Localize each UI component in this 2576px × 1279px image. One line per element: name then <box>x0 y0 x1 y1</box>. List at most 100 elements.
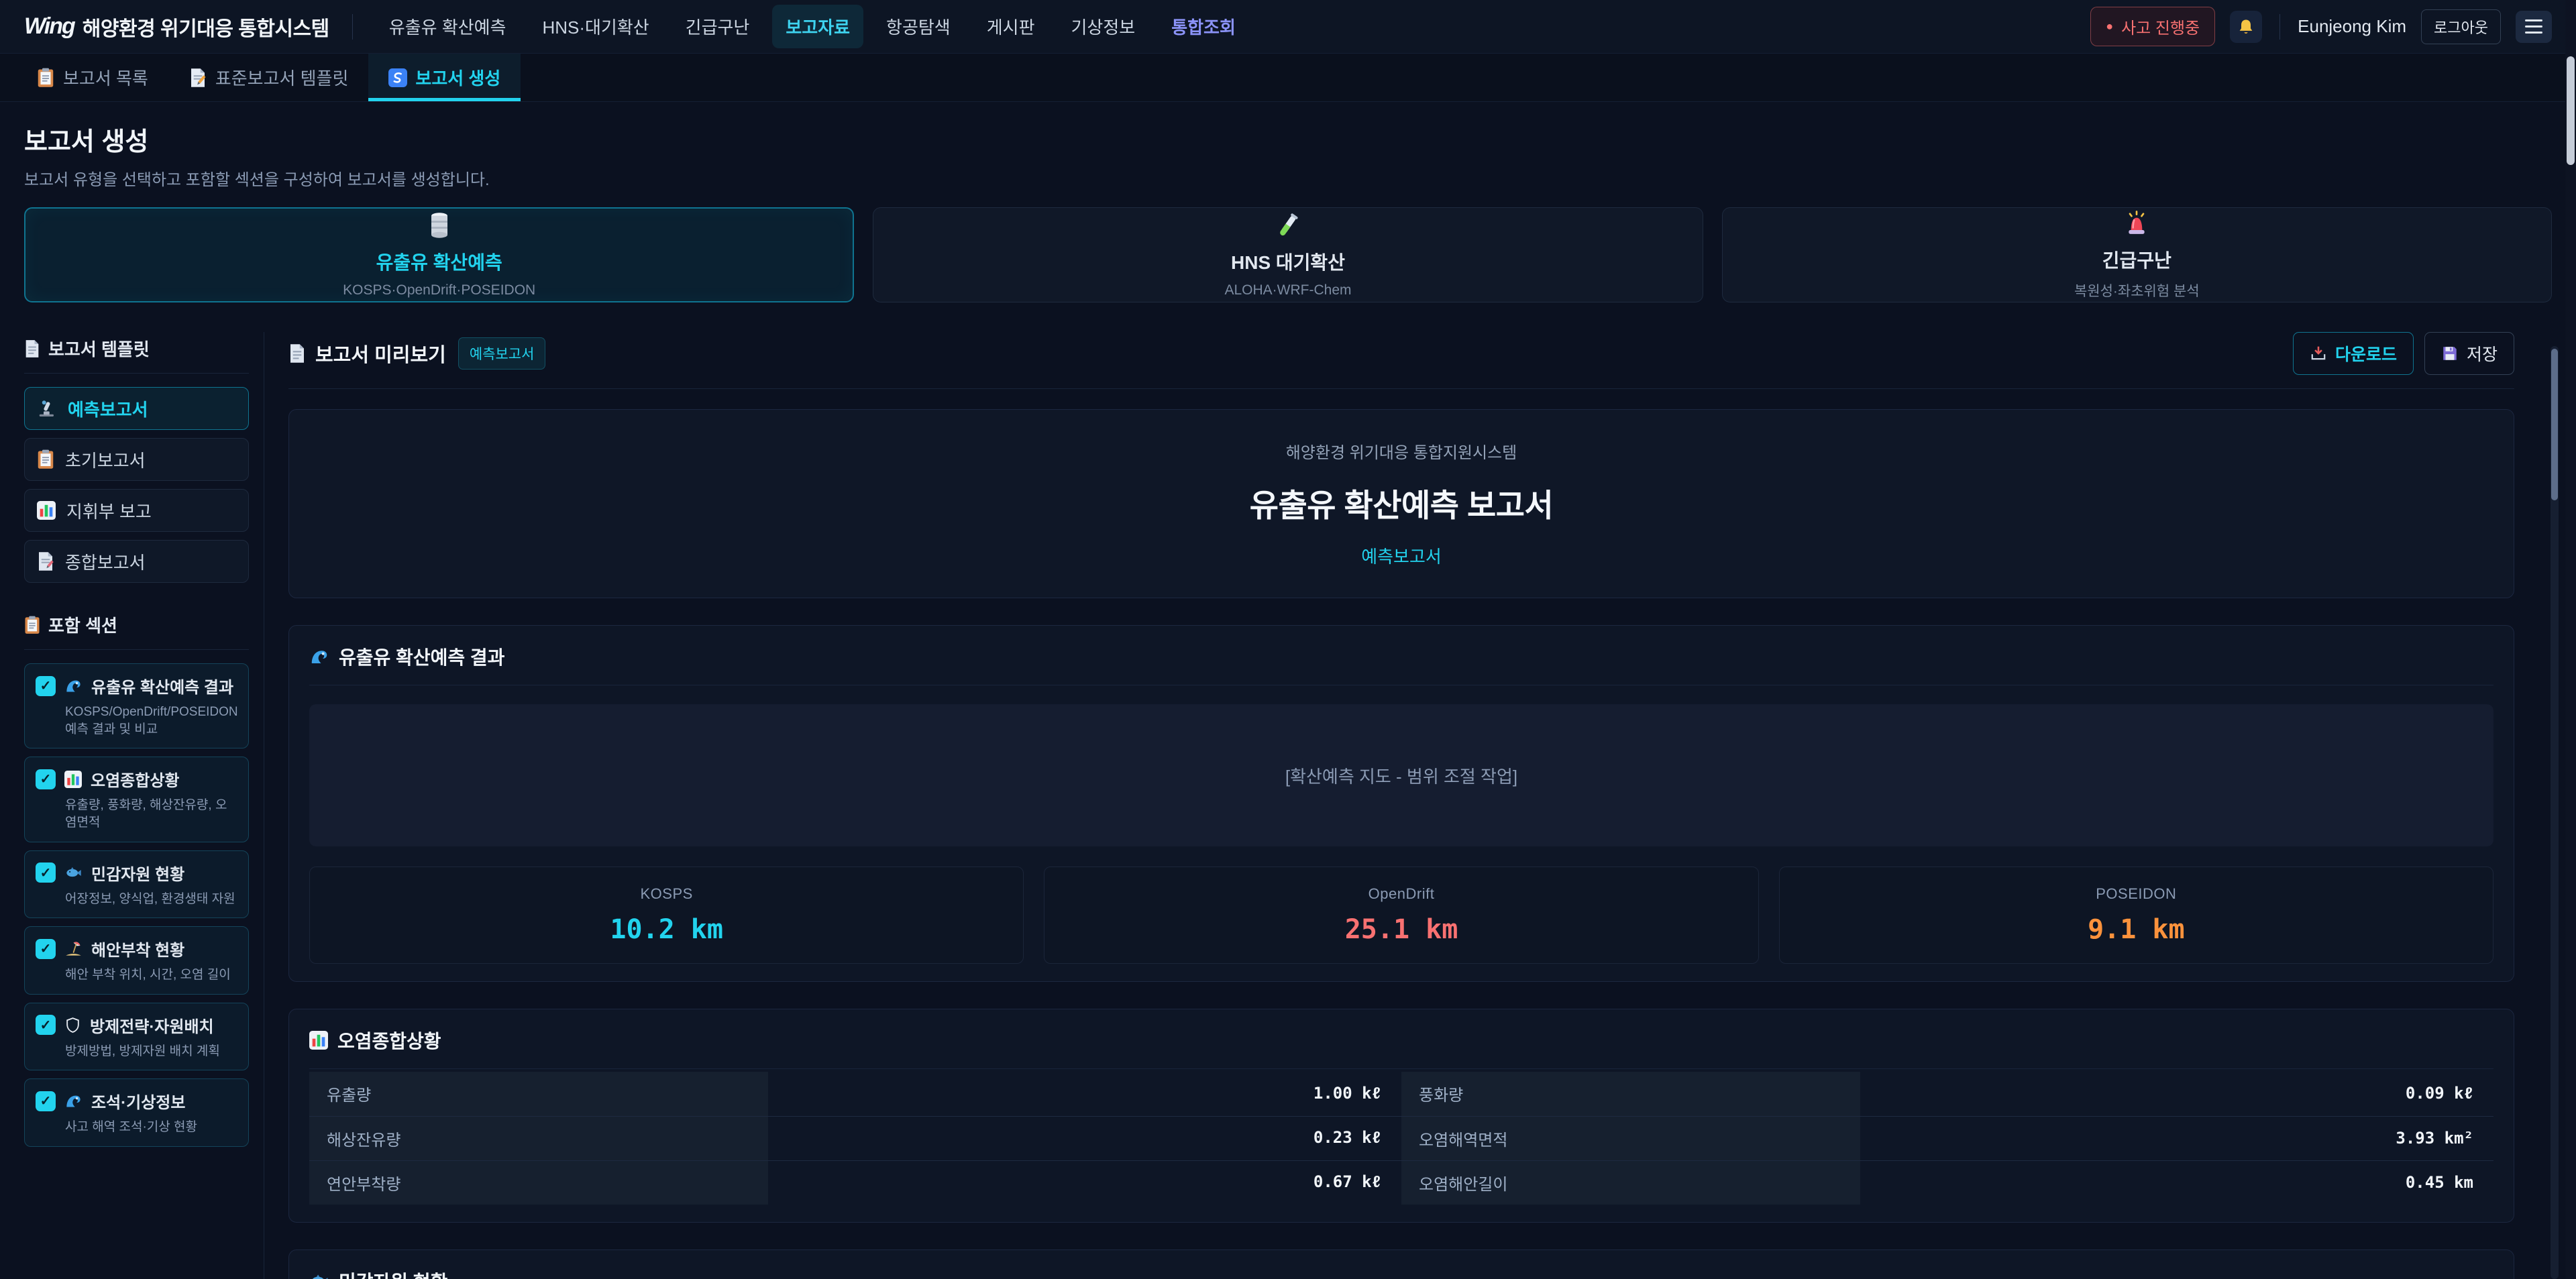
section-toggle-shoreline[interactable]: 해안부착 현황 해안 부착 위치, 시간, 오염 길이 <box>24 926 249 995</box>
section-toggle-response[interactable]: 방제전략·자원배치 방제방법, 방제자원 배치 계획 <box>24 1003 249 1071</box>
microscope-icon <box>37 398 57 419</box>
nav-item-rescue[interactable]: 긴급구난 <box>672 5 763 48</box>
bell-icon <box>2237 17 2255 36</box>
checkbox-checked[interactable] <box>36 1015 56 1035</box>
app-header: Wing 해양환경 위기대응 통합시스템 유출유 확산예측 HNS·대기확산 긴… <box>0 0 2576 54</box>
beach-icon <box>64 940 83 958</box>
logo-mark: Wing <box>24 13 74 40</box>
section-toggle-tide-weather[interactable]: 조석·기상정보 사고 해역 조석·기상 현황 <box>24 1078 249 1147</box>
report-type-subtitle: 복원성·좌초위험 분석 <box>2074 280 2200 300</box>
bar-chart-icon <box>309 1031 328 1050</box>
template-item-command[interactable]: 지휘부 보고 <box>24 489 249 532</box>
section-header: 오염종합상황 <box>309 1027 2493 1069</box>
app-title: 해양환경 위기대응 통합시스템 <box>83 12 329 42</box>
notifications-button[interactable] <box>2230 11 2262 43</box>
page-title: 보고서 생성 <box>24 121 2552 158</box>
report-title: 유출유 확산예측 보고서 <box>303 480 2500 526</box>
table-row: 해상잔유량 0.23 kℓ 오염해역면적 3.93 km² <box>309 1116 2493 1160</box>
section-toggle-sensitive[interactable]: 민감자원 현황 어장정보, 양식업, 환경생태 자원 <box>24 850 249 919</box>
generate-icon <box>388 68 407 87</box>
report-type-hns[interactable]: HNS 대기확산 ALOHA·WRF-Chem <box>873 207 1703 302</box>
incident-status-badge[interactable]: 사고 진행중 <box>2090 7 2215 46</box>
model-stat-opendrift: OpenDrift 25.1 km <box>1044 867 1758 964</box>
shield-icon <box>64 1017 81 1034</box>
report-type-subtitle: ALOHA·WRF-Chem <box>1224 282 1351 298</box>
report-type-grid: 유출유 확산예측 KOSPS·OpenDrift·POSEIDON HNS 대기… <box>24 207 2552 302</box>
section-pollution: 오염종합상황 유출량 1.00 kℓ 풍화량 0.09 kℓ 해상잔유량 0.2… <box>288 1009 2514 1223</box>
page-scrollbar[interactable] <box>2565 0 2576 1279</box>
siren-icon <box>2123 210 2150 237</box>
logout-button[interactable]: 로그아웃 <box>2421 9 2501 44</box>
section-toggle-spill-result[interactable]: 유출유 확산예측 결과 KOSPS/OpenDrift/POSEIDON 예측 … <box>24 663 249 748</box>
model-stats: KOSPS 10.2 km OpenDrift 25.1 km POSEIDON… <box>309 867 2493 964</box>
user-name: Eunjeong Kim <box>2298 16 2406 37</box>
pollution-table: 유출량 1.00 kℓ 풍화량 0.09 kℓ 해상잔유량 0.23 kℓ 오염… <box>309 1072 2493 1205</box>
checkbox-checked[interactable] <box>36 676 56 696</box>
nav-item-integrated-search[interactable]: 통합조회 <box>1158 5 1249 48</box>
template-item-initial[interactable]: 초기보고서 <box>24 438 249 481</box>
checkbox-checked[interactable] <box>36 863 56 883</box>
report-type-title: 유출유 확산예측 <box>376 248 502 275</box>
scrollbar-thumb[interactable] <box>2567 56 2575 165</box>
nav-item-board[interactable]: 게시판 <box>973 5 1049 48</box>
clipboard-icon <box>36 68 55 88</box>
fish-icon <box>309 1271 329 1279</box>
tab-report-generate[interactable]: 보고서 생성 <box>368 54 521 101</box>
hamburger-icon <box>2525 19 2542 21</box>
bar-chart-icon <box>37 501 56 520</box>
report-type-title: 긴급구난 <box>2102 246 2171 273</box>
document-icon <box>24 339 40 358</box>
clipboard-icon <box>37 449 54 469</box>
section-header: 민감자원 현황 <box>309 1268 2493 1279</box>
prediction-map-placeholder: [확산예측 지도 - 범위 조절 작업] <box>309 704 2493 846</box>
clipboard-icon <box>24 616 40 634</box>
memo-pencil-icon <box>37 551 54 571</box>
template-item-comprehensive[interactable]: 종합보고서 <box>24 540 249 583</box>
checkbox-checked[interactable] <box>36 939 56 959</box>
menu-button[interactable] <box>2516 11 2552 43</box>
report-tabbar: 보고서 목록 표준보고서 템플릿 보고서 생성 <box>0 54 2576 102</box>
tab-standard-templates[interactable]: 표준보고서 템플릿 <box>168 54 369 101</box>
report-org: 해양환경 위기대응 통합지원시스템 <box>303 439 2500 463</box>
sections-header: 포함 섹션 <box>24 608 249 650</box>
report-type-subtitle: KOSPS·OpenDrift·POSEIDON <box>343 282 535 298</box>
report-type-title: HNS 대기확산 <box>1231 248 1345 275</box>
wave-icon <box>64 677 83 695</box>
report-type-label: 예측보고서 <box>303 543 2500 568</box>
report-type-oil-spill[interactable]: 유출유 확산예측 KOSPS·OpenDrift·POSEIDON <box>24 207 854 302</box>
model-stat-poseidon: POSEIDON 9.1 km <box>1779 867 2493 964</box>
report-sidebar: 보고서 템플릿 예측보고서 초기보고서 지휘부 보고 종합보고서 포함 섹션 <box>24 332 264 1279</box>
download-icon <box>2310 345 2327 362</box>
document-icon <box>288 343 306 364</box>
checkbox-checked[interactable] <box>36 769 56 789</box>
tab-report-list[interactable]: 보고서 목록 <box>16 54 168 101</box>
save-button[interactable]: 저장 <box>2424 332 2514 375</box>
section-header: 유출유 확산예측 결과 <box>309 643 2493 685</box>
preview-header: 보고서 미리보기 예측보고서 다운로드 저장 <box>288 332 2514 389</box>
bar-chart-icon <box>64 771 82 788</box>
model-stat-kosps: KOSPS 10.2 km <box>309 867 1024 964</box>
section-toggle-pollution[interactable]: 오염종합상황 유출량, 풍화량, 해상잔유량, 오염면적 <box>24 757 249 842</box>
nav-item-hns[interactable]: HNS·대기확산 <box>529 5 662 48</box>
fish-icon <box>64 864 83 882</box>
templates-header: 보고서 템플릿 <box>24 332 249 374</box>
report-cover: 해양환경 위기대응 통합지원시스템 유출유 확산예측 보고서 예측보고서 <box>288 409 2514 598</box>
preview-scrollbar[interactable] <box>2551 346 2559 1279</box>
header-divider <box>352 14 353 40</box>
table-row: 연안부착량 0.67 kℓ 오염해안길이 0.45 km <box>309 1160 2493 1205</box>
nav-item-weather[interactable]: 기상정보 <box>1058 5 1149 48</box>
section-spill-result: 유출유 확산예측 결과 [확산예측 지도 - 범위 조절 작업] KOSPS 1… <box>288 625 2514 982</box>
download-button[interactable]: 다운로드 <box>2293 332 2414 375</box>
nav-item-reports[interactable]: 보고자료 <box>772 5 863 48</box>
header-divider <box>2279 14 2280 40</box>
preview-title: 보고서 미리보기 <box>288 339 446 368</box>
report-type-rescue[interactable]: 긴급구난 복원성·좌초위험 분석 <box>1722 207 2552 302</box>
scrollbar-thumb[interactable] <box>2551 349 2558 500</box>
preview-type-badge: 예측보고서 <box>458 337 546 370</box>
checkbox-checked[interactable] <box>36 1091 56 1111</box>
nav-item-aerial-search[interactable]: 항공탐색 <box>873 5 964 48</box>
header-right: 사고 진행중 Eunjeong Kim 로그아웃 <box>2090 7 2552 46</box>
oil-drum-icon <box>429 212 449 239</box>
nav-item-oil-spill[interactable]: 유출유 확산예측 <box>376 5 520 48</box>
template-item-forecast[interactable]: 예측보고서 <box>24 387 249 430</box>
